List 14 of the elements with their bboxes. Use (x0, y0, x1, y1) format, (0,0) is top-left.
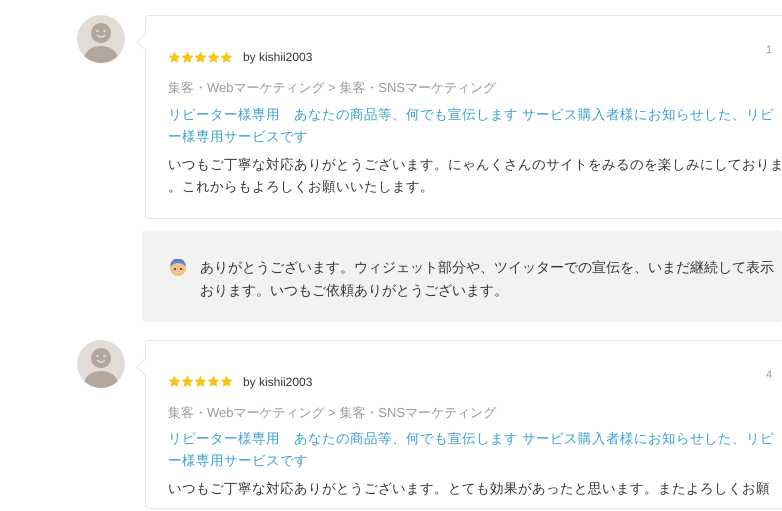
review-date: 4 (766, 368, 772, 382)
review-comment: いつもご丁寧な対応ありがとうございます。にゃんくさんのサイトをみるのを楽しみにしておりま 。これからもよろしくお願いいたします。 (168, 156, 782, 196)
service-title-link[interactable]: リピーター様専用 あなたの商品等、何でも宣伝します サービス購入者様にお知らせした、リピ ー様専用サービスです (168, 104, 774, 148)
service-title-link[interactable]: リピーター様専用 あなたの商品等、何でも宣伝します サービス購入者様にお知らせした、リピ ー様専用サービスです (168, 428, 774, 472)
reviewer-name: by kishii2003 (243, 374, 312, 390)
category-path: 集客・Webマーケティング > 集客・SNSマーケティング (168, 79, 498, 97)
seller-avatar-icon (168, 256, 188, 276)
seller-reply-text: ありがとうございます。ウィジェット部分や、ツイッターでの宣伝を、いまだ継続して表示 おります。いつもご依頼ありがとうございます。 (200, 258, 774, 300)
avatar-icon (77, 15, 125, 63)
reviewer-name: by kishii2003 (243, 49, 312, 66)
category-path: 集客・Webマーケティング > 集客・SNSマーケティング (168, 404, 498, 422)
avatar-icon (77, 340, 125, 388)
review-comment: いつもご丁寧な対応ありがとうございます。とても効果があったと思います。またよろしくお願 (168, 480, 770, 498)
review-date: 1 (766, 43, 772, 58)
